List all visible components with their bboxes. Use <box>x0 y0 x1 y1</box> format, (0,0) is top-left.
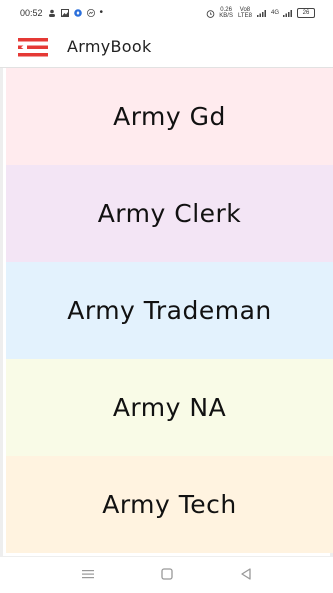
category-list: Army Gd Army Clerk Army Trademan Army NA… <box>0 68 333 556</box>
person-icon <box>48 9 55 17</box>
status-time: 00:52 <box>20 8 43 18</box>
network-label: Vo8 LTE8 <box>238 7 252 19</box>
network-type: 4G <box>270 10 279 16</box>
dot-icon: • <box>99 7 104 18</box>
data-speed: 0.26 KB/S <box>219 7 233 19</box>
category-label: Army Clerk <box>97 199 242 228</box>
category-label: Army Gd <box>113 102 226 131</box>
category-label: Army Trademan <box>67 296 272 325</box>
category-card-army-gd[interactable]: Army Gd <box>6 68 333 165</box>
category-label: Army Tech <box>102 490 237 519</box>
category-label: Army NA <box>112 393 227 422</box>
app-notification-icon <box>73 9 82 17</box>
category-card-army-trademan[interactable]: Army Trademan <box>6 262 333 359</box>
status-bar: 00:52 • 0.26 KB/S Vo8 LTE8 4G 26 <box>0 0 333 30</box>
signal-icon <box>256 10 266 17</box>
category-card-army-tech[interactable]: Army Tech <box>6 456 333 553</box>
navigation-bar <box>0 556 333 593</box>
back-icon[interactable] <box>238 567 254 581</box>
home-icon[interactable] <box>159 567 175 581</box>
messenger-icon <box>86 9 95 17</box>
signal-icon-2 <box>283 10 292 17</box>
alarm-icon <box>206 9 215 18</box>
gallery-icon <box>60 9 69 17</box>
status-left: 00:52 • <box>20 7 104 19</box>
battery-icon: 26 <box>297 8 315 18</box>
app-bar: ArmyBook <box>0 30 333 68</box>
app-title: ArmyBook <box>67 37 152 56</box>
category-card-army-na[interactable]: Army NA <box>6 359 333 456</box>
speed-unit: KB/S <box>219 13 233 19</box>
category-card-army-clerk[interactable]: Army Clerk <box>6 165 333 262</box>
recent-apps-icon[interactable] <box>80 567 96 581</box>
status-right: 0.26 KB/S Vo8 LTE8 4G 26 <box>206 7 315 19</box>
menu-icon[interactable] <box>18 38 48 57</box>
